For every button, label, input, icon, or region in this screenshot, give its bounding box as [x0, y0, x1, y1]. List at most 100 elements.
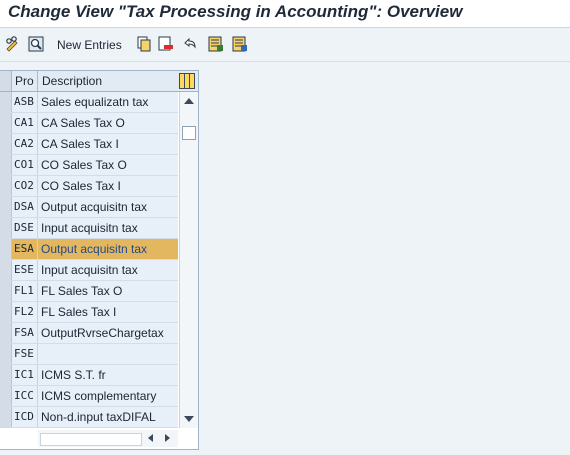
- row-code: ESE: [14, 263, 34, 276]
- row-selector[interactable]: [0, 365, 12, 385]
- table-row[interactable]: ICD Non-d.input taxDIFAL: [0, 407, 178, 428]
- row-selector[interactable]: [0, 113, 12, 133]
- table-row[interactable]: FL1 FL Sales Tax O: [0, 281, 178, 302]
- row-description: FL Sales Tax I: [41, 305, 117, 319]
- row-code: IC1: [14, 368, 34, 381]
- row-code: ICC: [14, 389, 34, 402]
- row-selector[interactable]: [0, 260, 12, 280]
- cell-divider: [37, 260, 38, 280]
- row-selector[interactable]: [0, 155, 12, 175]
- column-header-description[interactable]: Description: [42, 74, 102, 88]
- delete-icon[interactable]: [158, 36, 174, 52]
- row-description: CO Sales Tax O: [41, 158, 127, 172]
- row-code: ESA: [14, 242, 34, 255]
- content-area: Pro Description ASB Sales equalizatn tax C…: [0, 62, 570, 455]
- cell-divider: [37, 302, 38, 322]
- vertical-scrollbar[interactable]: [179, 92, 198, 428]
- tax-processing-table: Pro Description ASB Sales equalizatn tax C…: [0, 70, 199, 450]
- row-selector[interactable]: [0, 92, 12, 112]
- row-code: CO2: [14, 179, 34, 192]
- row-description: Non-d.input taxDIFAL: [41, 410, 156, 424]
- row-description: OutputRvrseChargetax: [41, 326, 164, 340]
- cell-divider: [37, 134, 38, 154]
- column-header-pro[interactable]: Pro: [15, 74, 34, 88]
- cell-divider: [37, 407, 38, 427]
- scroll-up-icon[interactable]: [184, 98, 194, 104]
- row-selector[interactable]: [0, 407, 12, 427]
- deselect-all-icon[interactable]: [232, 36, 248, 52]
- row-selector[interactable]: [0, 218, 12, 238]
- table-row[interactable]: ESE Input acquisitn tax: [0, 260, 178, 281]
- table-row[interactable]: CO2 CO Sales Tax I: [0, 176, 178, 197]
- undo-icon[interactable]: [182, 36, 198, 52]
- table-row[interactable]: ESA Output acquisitn tax: [0, 239, 178, 260]
- row-code: CA1: [14, 116, 34, 129]
- magnifier-icon[interactable]: [28, 36, 44, 52]
- scroll-down-icon[interactable]: [184, 416, 194, 422]
- scroll-right-icon[interactable]: [165, 434, 170, 442]
- row-description: ICMS complementary: [41, 389, 157, 403]
- cell-divider: [37, 92, 38, 112]
- row-selector[interactable]: [0, 197, 12, 217]
- table-row[interactable]: DSA Output acquisitn tax: [0, 197, 178, 218]
- copy-icon[interactable]: [136, 36, 152, 52]
- select-all-icon[interactable]: [208, 36, 224, 52]
- cell-divider: [37, 344, 38, 364]
- table-row[interactable]: CA2 CA Sales Tax I: [0, 134, 178, 155]
- row-code: FL2: [14, 305, 34, 318]
- table-header: Pro Description: [0, 71, 198, 92]
- row-code: DSA: [14, 200, 34, 213]
- title-bar: Change View "Tax Processing in Accountin…: [0, 0, 570, 28]
- table-row[interactable]: ICC ICMS complementary: [0, 386, 178, 407]
- toolbar: New Entries: [0, 28, 570, 62]
- row-description: CA Sales Tax I: [41, 137, 119, 151]
- new-entries-button[interactable]: New Entries: [57, 38, 122, 52]
- row-selector[interactable]: [0, 302, 12, 322]
- table-row[interactable]: CO1 CO Sales Tax O: [0, 155, 178, 176]
- table-body: ASB Sales equalizatn tax CA1 CA Sales Tax O…: [0, 92, 178, 428]
- table-row[interactable]: FL2 FL Sales Tax I: [0, 302, 178, 323]
- table-row[interactable]: CA1 CA Sales Tax O: [0, 113, 178, 134]
- horizontal-scrollbar[interactable]: [38, 430, 178, 447]
- pencil-glasses-icon[interactable]: [5, 36, 21, 52]
- row-selector[interactable]: [0, 386, 12, 406]
- cell-divider: [37, 365, 38, 385]
- row-selector[interactable]: [0, 176, 12, 196]
- cell-divider: [37, 113, 38, 133]
- row-code: FL1: [14, 284, 34, 297]
- cell-divider: [37, 155, 38, 175]
- cell-divider: [37, 176, 38, 196]
- row-selector[interactable]: [0, 323, 12, 343]
- table-row[interactable]: FSA OutputRvrseChargetax: [0, 323, 178, 344]
- row-code: CO1: [14, 158, 34, 171]
- row-description: CA Sales Tax O: [41, 116, 125, 130]
- row-description: CO Sales Tax I: [41, 179, 121, 193]
- scroll-left-icon[interactable]: [148, 434, 153, 442]
- column-divider: [37, 71, 38, 91]
- row-description: Input acquisitn tax: [41, 263, 138, 277]
- row-code: ASB: [14, 95, 34, 108]
- cell-divider: [37, 386, 38, 406]
- row-description: Output acquisitn tax: [41, 200, 148, 214]
- table-row[interactable]: IC1 ICMS S.T. fr: [0, 365, 178, 386]
- page-title: Change View "Tax Processing in Accountin…: [8, 2, 463, 21]
- table-row[interactable]: DSE Input acquisitn tax: [0, 218, 178, 239]
- row-code: CA2: [14, 137, 34, 150]
- select-all-column[interactable]: [0, 71, 12, 91]
- row-selector[interactable]: [0, 281, 12, 301]
- row-description: Sales equalizatn tax: [41, 95, 149, 109]
- row-description: ICMS S.T. fr: [41, 368, 106, 382]
- scroll-thumb[interactable]: [182, 126, 196, 140]
- scroll-track[interactable]: [40, 433, 142, 446]
- table-row[interactable]: FSE: [0, 344, 178, 365]
- table-settings-icon[interactable]: [179, 73, 195, 89]
- row-code: FSA: [14, 326, 34, 339]
- table-row[interactable]: ASB Sales equalizatn tax: [0, 92, 178, 113]
- row-selector[interactable]: [0, 134, 12, 154]
- cell-divider: [37, 323, 38, 343]
- row-selector[interactable]: [0, 344, 12, 364]
- row-code: DSE: [14, 221, 34, 234]
- cell-divider: [37, 197, 38, 217]
- row-code: FSE: [14, 347, 34, 360]
- row-selector[interactable]: [0, 239, 12, 259]
